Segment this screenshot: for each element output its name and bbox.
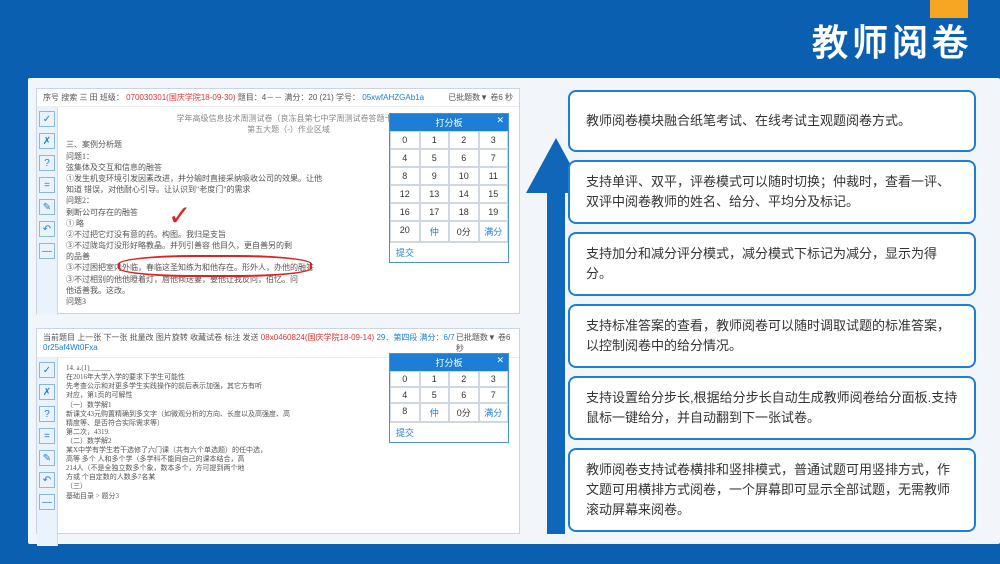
score-cell[interactable]: 0 — [390, 371, 420, 387]
score-cell[interactable]: 1 — [420, 371, 450, 387]
close-icon[interactable]: ✕ — [496, 355, 504, 366]
close-icon[interactable]: ✕ — [496, 115, 504, 126]
score-cell[interactable]: 7 — [479, 387, 509, 403]
feature-card: 支持设置给分步长,根据给分步长自动生成教师阅卷给分面板.支持鼠标一键给分，并自动… — [568, 376, 976, 440]
side-toolbar-1: ✓ ✗? = ✎ ↶ — — [37, 107, 58, 315]
toolbar-right: 已批题数▼ 卷6 秒 — [448, 92, 513, 103]
handwriting-line: ③不过相别的他他瞪着灯，唇他倾送妻，要他让我反问，伯忆。问 — [66, 274, 511, 285]
score-panel-1: 打分板 ✕ 01234567891011121314151617181920仲0… — [389, 113, 509, 263]
score-cell[interactable]: 10 — [449, 167, 479, 185]
score-cell[interactable]: 0分 — [449, 403, 479, 422]
score-cell[interactable]: 0 — [390, 131, 420, 149]
score-cell[interactable]: 3 — [479, 371, 509, 387]
score-cell[interactable]: 满分 — [479, 403, 509, 422]
tool-icon[interactable]: — — [39, 243, 55, 259]
score-grid-1: 01234567891011121314151617181920仲0分满分 — [390, 131, 508, 242]
score-cell[interactable]: 仲 — [420, 403, 450, 422]
score-cell[interactable]: 满分 — [479, 221, 509, 242]
screenshot-column: 序号 搜索 三 田 班级： 070030301(国庆学院18-09-30) 题目… — [36, 88, 520, 534]
score-cell[interactable]: 5 — [420, 387, 450, 403]
red-circle-mark — [118, 255, 312, 277]
score-cell[interactable]: 20 — [390, 221, 420, 242]
score-header-label: 打分板 — [435, 118, 462, 128]
screenshot1-toolbar: 序号 搜索 三 田 班级： 070030301(国庆学院18-09-30) 题目… — [37, 89, 519, 107]
score-cell[interactable]: 2 — [449, 371, 479, 387]
score-cell[interactable]: 19 — [479, 203, 509, 221]
score-cell[interactable]: 仲 — [420, 221, 450, 242]
tool-icon[interactable]: ? — [39, 406, 55, 422]
tool-icon[interactable]: = — [39, 177, 55, 193]
feature-card-list: 教师阅卷模块融合纸笔考试、在线考试主观题阅卷方式。支持单评、双平，评卷模式可以随… — [568, 90, 976, 532]
toolbar2-right: 已批题数▼ 卷6 秒 — [456, 332, 513, 354]
score-cell[interactable]: 17 — [420, 203, 450, 221]
student-id: 05xwfAHZGAb1a — [362, 93, 424, 102]
score-cell[interactable]: 5 — [420, 149, 450, 167]
arrow-stem — [547, 188, 565, 534]
red-check-mark: ✓ — [168, 197, 191, 236]
score-cell[interactable]: 4 — [390, 149, 420, 167]
score-cell[interactable]: 14 — [449, 185, 479, 203]
tool-icon[interactable]: ✗ — [39, 133, 55, 149]
tool-icon[interactable]: ↶ — [39, 472, 55, 488]
score-grid-2: 0123 4567 8仲0分满分 — [390, 371, 508, 422]
score-cell[interactable]: 11 — [479, 167, 509, 185]
handwriting-line: 某X中学有学生若干选修了六门课（共有六个单选题）的任中选， — [66, 446, 511, 455]
handwriting-line: 方或 个自定数的人数多7名某 — [66, 473, 511, 482]
grading-screenshot-2: 当前题目 上一张 下一张 批量改 图片旋转 收藏试卷 标注 发送 08x0460… — [36, 328, 520, 534]
tool-icon[interactable]: ✗ — [39, 384, 55, 400]
handwriting-line: 基础目录 > 题分3 — [66, 492, 511, 501]
grading-screenshot-1: 序号 搜索 三 田 班级： 070030301(国庆学院18-09-30) 题目… — [36, 88, 520, 314]
submit-button-2[interactable]: 提交 — [390, 422, 508, 442]
toolbar2-mid: 29．第四段 满分：6/7 — [376, 333, 454, 342]
class-label-2: 08x0460824(国庆学院18-09-14) — [261, 333, 374, 342]
handwriting-line: （三） — [66, 482, 511, 491]
score-cell[interactable]: 7 — [479, 149, 509, 167]
feature-card: 教师阅卷模块融合纸笔考试、在线考试主观题阅卷方式。 — [568, 90, 976, 152]
tool-icon[interactable]: ? — [39, 155, 55, 171]
tool-icon[interactable]: ✎ — [39, 450, 55, 466]
handwriting-line: 高等 多个 人和多个学（多学科不能同自己的课本结合，高 — [66, 455, 511, 464]
score-cell[interactable]: 1 — [420, 131, 450, 149]
handwriting-line: 问题3 — [66, 296, 511, 307]
tool-icon[interactable]: ✓ — [39, 111, 55, 127]
feature-card: 教师阅卷支持试卷横排和竖排模式，普通试题可用竖排方式，作文题可用横排方式阅卷，一… — [568, 448, 976, 532]
student-id-2: 0r25af4Wt0Fxa — [43, 343, 98, 352]
score-panel-header: 打分板 ✕ — [390, 114, 508, 131]
score-cell[interactable]: 18 — [449, 203, 479, 221]
score-panel-2: 打分板 ✕ 0123 4567 8仲0分满分 提交 — [389, 353, 509, 443]
score-cell[interactable]: 15 — [479, 185, 509, 203]
submit-button[interactable]: 提交 — [390, 242, 508, 262]
handwriting-line: 214人（不是全独立数多个象，数本多个，方可提到两个地 — [66, 464, 511, 473]
score-cell[interactable]: 3 — [479, 131, 509, 149]
score-cell[interactable]: 12 — [390, 185, 420, 203]
side-toolbar-2: ✓ ✗? = ✎ ↶ — — [37, 358, 58, 546]
score-cell[interactable]: 4 — [390, 387, 420, 403]
class-label: 070030301(国庆学院18-09-30) — [126, 93, 235, 102]
content-area: 序号 搜索 三 田 班级： 070030301(国庆学院18-09-30) 题目… — [28, 78, 1000, 544]
score-cell[interactable]: 0分 — [449, 221, 479, 242]
tool-icon[interactable]: ↶ — [39, 221, 55, 237]
score-cell[interactable]: 13 — [420, 185, 450, 203]
tool-icon[interactable]: — — [39, 494, 55, 510]
toolbar-mid: 题目：4－－ 满分：20 (21) 学号： — [238, 93, 360, 102]
tool-icon[interactable]: ✓ — [39, 362, 55, 378]
feature-card: 支持单评、双平，评卷模式可以随时切换；仲裁时，查看一评、双评中阅卷教师的姓名、给… — [568, 160, 976, 224]
score-cell[interactable]: 16 — [390, 203, 420, 221]
handwriting-line: 他适善我。这改。 — [66, 285, 511, 296]
score-panel-header-2: 打分板 ✕ — [390, 354, 508, 371]
tool-icon[interactable]: = — [39, 428, 55, 444]
score-cell[interactable]: 2 — [449, 131, 479, 149]
feature-card: 支持加分和减分评分模式，减分模式下标记为减分，显示为得分。 — [568, 232, 976, 296]
toolbar2-left: 当前题目 上一张 下一张 批量改 图片旋转 收藏试卷 标注 发送 — [43, 333, 259, 342]
feature-card: 支持标准答案的查看，教师阅卷可以随时调取试题的标准答案，以控制阅卷中的给分情况。 — [568, 304, 976, 368]
score-cell[interactable]: 8 — [390, 167, 420, 185]
tool-icon[interactable]: ✎ — [39, 199, 55, 215]
score-cell[interactable]: 9 — [420, 167, 450, 185]
score-cell[interactable]: 6 — [449, 387, 479, 403]
score-header-label-2: 打分板 — [435, 358, 462, 368]
score-cell[interactable]: 6 — [449, 149, 479, 167]
score-cell[interactable]: 8 — [390, 403, 420, 422]
toolbar-left: 序号 搜索 三 田 班级： — [43, 93, 124, 102]
page-title: 教师阅卷 — [812, 14, 972, 66]
